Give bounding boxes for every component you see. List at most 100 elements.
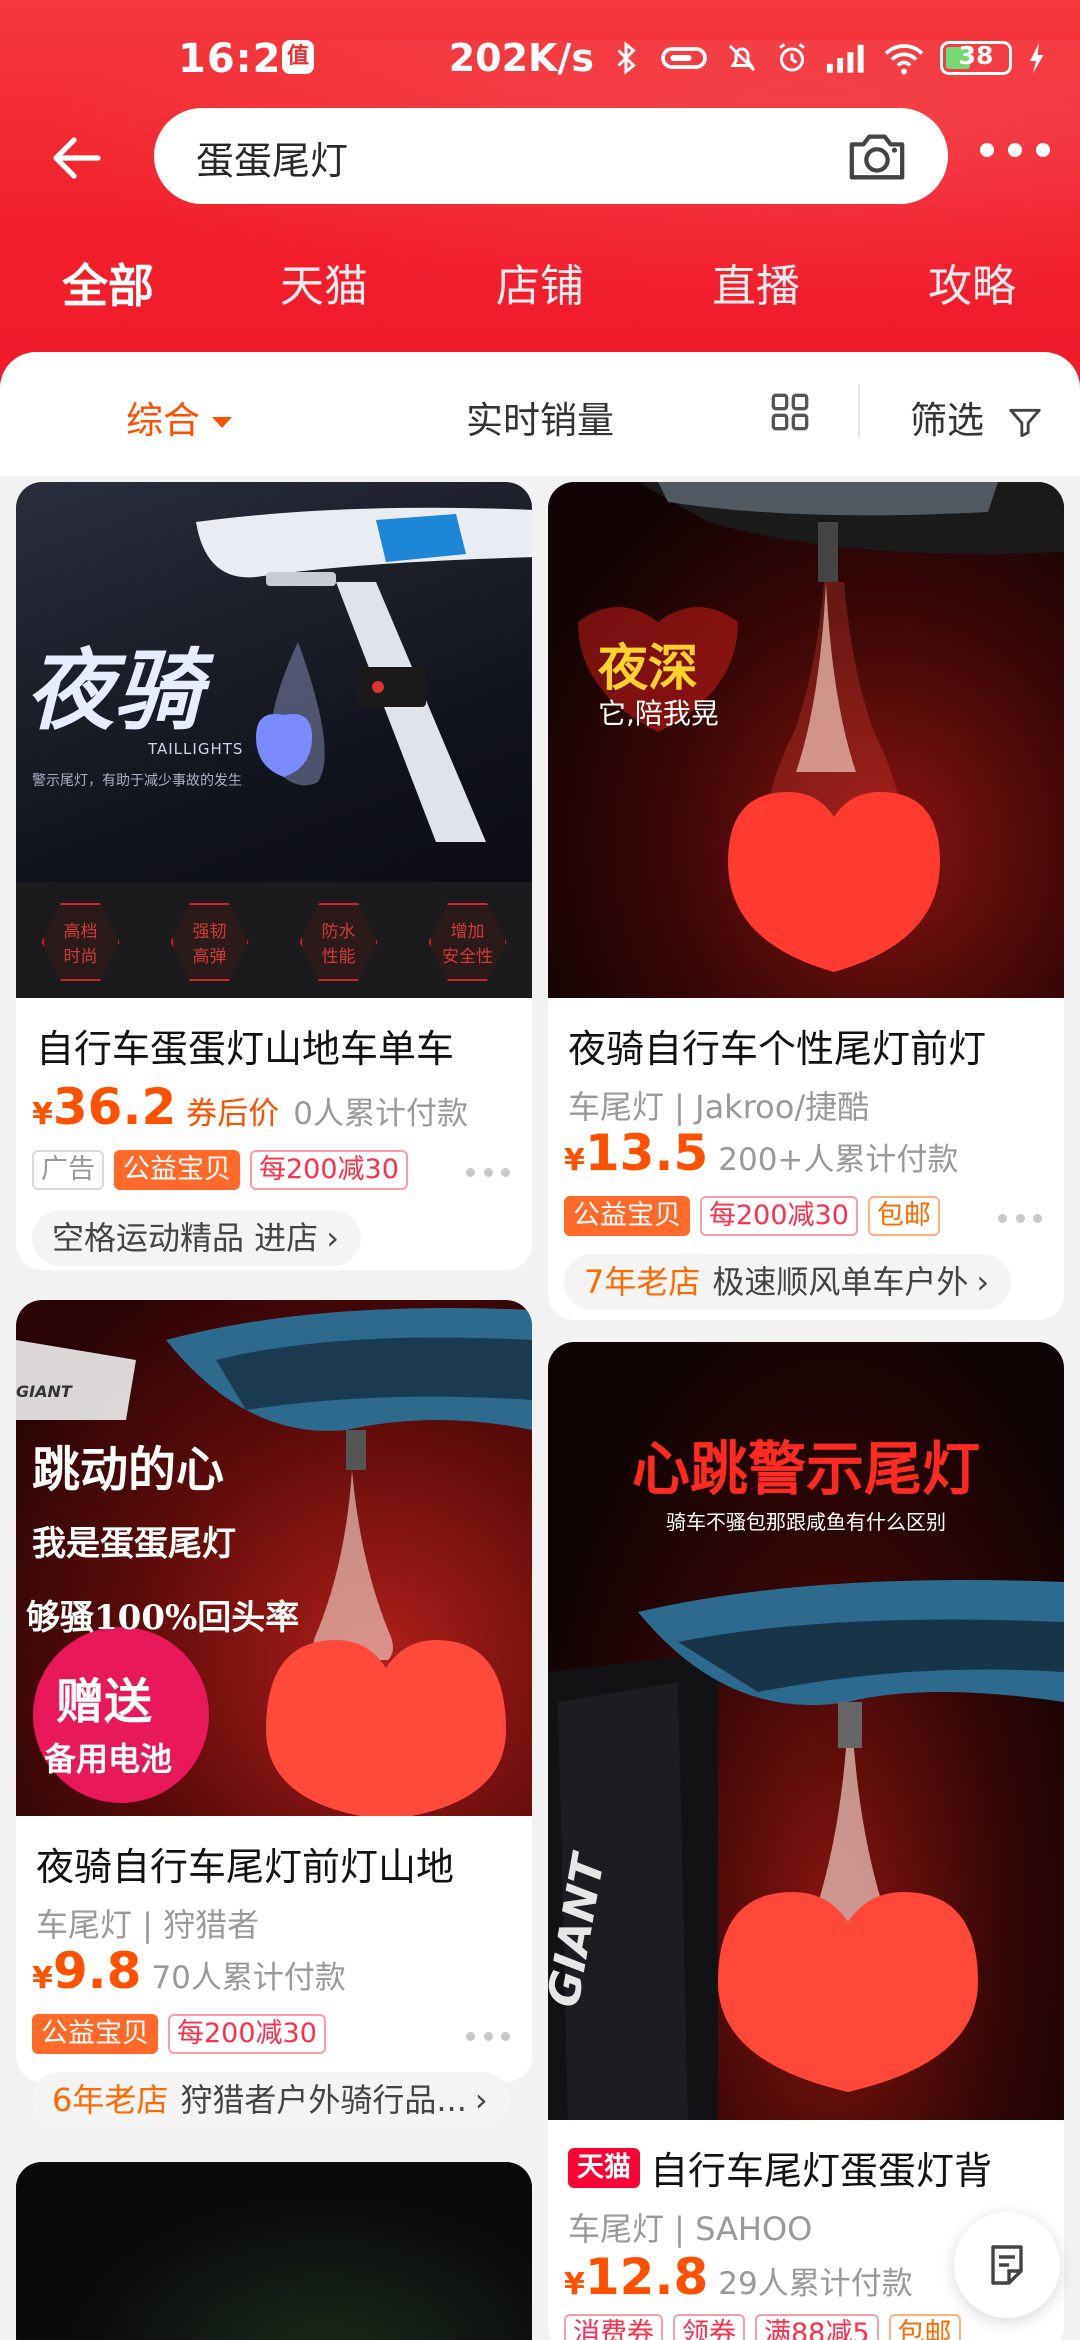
shop-age: 7年老店 xyxy=(584,1263,701,1301)
charity-tag: 公益宝贝 xyxy=(564,1196,690,1236)
shop-name: 极速顺风单车户外 xyxy=(712,1263,969,1301)
price: 13.5 xyxy=(584,1124,709,1182)
price: 9.8 xyxy=(52,1942,142,2000)
sales-count: 0人累计付款 xyxy=(293,1096,468,1132)
product-image[interactable]: 夜深 它,陪我晃 xyxy=(548,482,1064,998)
more-options-icon[interactable] xyxy=(980,138,1050,162)
charging-icon xyxy=(1030,43,1044,73)
image-badge1: 赠送 xyxy=(56,1674,153,1730)
feature-badge: 防水 性能 xyxy=(299,903,378,981)
shop-name: 空格运动精品 进店 xyxy=(52,1219,319,1257)
search-query: 蛋蛋尾灯 xyxy=(196,139,349,183)
product-subtitle: 车尾灯 | Jakroo/捷酷 xyxy=(568,1088,870,1126)
product-card[interactable]: 夜骑 TAILLIGHTS 警示尾灯，有助于减少事故的发生 高档 时尚 强韧 高… xyxy=(16,482,532,1270)
product-title[interactable]: 自行车蛋蛋灯山地车单车 xyxy=(36,1018,520,1073)
chevron-right-icon: › xyxy=(474,2081,488,2119)
sales-count: 70人累计付款 xyxy=(151,1960,346,1996)
chevron-right-icon: › xyxy=(976,1263,990,1301)
notification-badge: 值 xyxy=(282,40,314,74)
image-badge2: 备用电池 xyxy=(44,1740,173,1778)
product-image[interactable] xyxy=(16,2162,532,2340)
grid-view-icon[interactable] xyxy=(770,392,810,432)
alarm-icon xyxy=(779,43,805,72)
tag-row: 公益宝贝 每200减30 xyxy=(32,2014,326,2054)
price-row: ¥ 36.2 券后价 0人累计付款 xyxy=(32,1078,468,1136)
battery-icon: 38 xyxy=(940,41,1012,75)
signal-icon xyxy=(826,44,864,73)
product-card[interactable] xyxy=(16,2162,532,2340)
product-title: 自行车尾灯蛋蛋灯背 xyxy=(650,2149,993,2193)
image-headline: 夜骑 xyxy=(26,638,203,742)
sort-divider xyxy=(858,384,860,438)
bluetooth-icon xyxy=(617,41,636,75)
sales-count: 29人累计付款 xyxy=(718,2266,913,2302)
product-image[interactable]: 心跳警示尾灯 骑车不骚包那跟咸鱼有什么区别 GIANT xyxy=(548,1342,1064,2120)
shop-link[interactable]: 7年老店 极速顺风单车户外 › xyxy=(564,1254,1012,1310)
tab-guides[interactable]: 攻略 xyxy=(892,250,1052,314)
product-title[interactable]: 夜骑自行车个性尾灯前灯 xyxy=(568,1018,1052,1073)
shop-link[interactable]: 6年老店 狩猎者户外骑行品... › xyxy=(32,2072,510,2128)
tab-all[interactable]: 全部 xyxy=(28,250,188,316)
product-image[interactable]: 跳动的心 我是蛋蛋尾灯 够骚100%回头率 赠送 备用电池 GIANT xyxy=(16,1300,532,1816)
status-bar: 16:22 值 202K/s 38 xyxy=(0,0,1080,116)
sort-realtime-sales[interactable]: 实时销量 xyxy=(466,390,614,444)
tab-live[interactable]: 直播 xyxy=(676,250,836,314)
more-icon[interactable] xyxy=(466,1168,510,1178)
battery-level: 38 xyxy=(958,41,994,70)
filter-label: 筛选 xyxy=(910,399,984,442)
tag-row: 广告 公益宝贝 每200减30 xyxy=(32,1150,408,1190)
free-shipping-tag: 包邮 xyxy=(888,2314,961,2340)
product-image[interactable]: 夜骑 TAILLIGHTS 警示尾灯，有助于减少事故的发生 高档 时尚 强韧 高… xyxy=(16,482,532,998)
product-title-row[interactable]: 天猫 自行车尾灯蛋蛋灯背 xyxy=(568,2140,1052,2195)
sort-comprehensive[interactable]: 综合 xyxy=(126,390,232,444)
feature-badge: 增加 安全性 xyxy=(428,903,507,981)
product-title[interactable]: 夜骑自行车尾灯前灯山地 xyxy=(36,1836,520,1891)
product-card[interactable]: 夜深 它,陪我晃 夜骑自行车个性尾灯前灯 车尾灯 | Jakroo/捷酷 ¥ 1… xyxy=(548,482,1064,1320)
feature-badge: 强韧 高弹 xyxy=(170,903,249,981)
image-line1: 跳动的心 xyxy=(32,1442,225,1498)
tag-row: 公益宝贝 每200减30 包邮 xyxy=(564,1196,940,1236)
product-feed: 夜骑 TAILLIGHTS 警示尾灯，有助于减少事故的发生 高档 时尚 强韧 高… xyxy=(0,476,1080,2340)
product-card[interactable]: 跳动的心 我是蛋蛋尾灯 够骚100%回头率 赠送 备用电池 GIANT 夜骑自行… xyxy=(16,1300,532,2082)
price-row: ¥ 12.8 29人累计付款 xyxy=(564,2248,913,2306)
price-note: 券后价 xyxy=(186,1096,280,1132)
price-row: ¥ 9.8 70人累计付款 xyxy=(32,1942,346,2000)
tab-tmall[interactable]: 天猫 xyxy=(244,250,404,314)
claim-coupon-tag: 领券 xyxy=(673,2314,745,2340)
product-card[interactable]: 心跳警示尾灯 骑车不骚包那跟咸鱼有什么区别 GIANT 天猫 自行车尾灯蛋蛋灯背… xyxy=(548,1342,1064,2340)
ad-tag: 广告 xyxy=(32,1150,104,1190)
chevron-right-icon: › xyxy=(326,1219,339,1257)
more-icon[interactable] xyxy=(998,1214,1042,1224)
image-headline: 夜深 xyxy=(598,639,698,697)
camera-icon[interactable] xyxy=(846,126,908,186)
filter-button[interactable]: 筛选 xyxy=(910,390,1044,444)
back-arrow-icon[interactable] xyxy=(46,128,106,188)
edit-note-icon xyxy=(991,2245,1023,2285)
currency-symbol: ¥ xyxy=(564,2267,585,2302)
image-sub: 它,陪我晃 xyxy=(598,697,719,730)
price: 36.2 xyxy=(52,1078,177,1136)
tab-bar: 全部 天猫 店铺 直播 攻略 xyxy=(0,250,1080,330)
currency-symbol: ¥ xyxy=(32,1961,53,1996)
feedback-button[interactable] xyxy=(954,2212,1060,2318)
feature-badge: 高档 时尚 xyxy=(41,903,120,981)
discount-tag: 每200减30 xyxy=(168,2014,326,2054)
wifi-icon xyxy=(884,44,924,75)
consumer-coupon-tag: 消费券 xyxy=(564,2314,663,2340)
image-brand: GIANT xyxy=(16,1382,72,1401)
more-icon[interactable] xyxy=(466,2032,510,2042)
image-headline: 心跳警示尾灯 xyxy=(631,1435,980,1503)
currency-symbol: ¥ xyxy=(32,1097,53,1132)
image-line3: 够骚100%回头率 xyxy=(26,1598,300,1638)
tab-shops[interactable]: 店铺 xyxy=(460,250,620,314)
mute-icon xyxy=(728,44,756,72)
tmall-badge: 天猫 xyxy=(568,2147,640,2188)
caret-down-icon xyxy=(212,417,232,428)
search-input[interactable]: 蛋蛋尾灯 xyxy=(154,108,948,204)
status-icons: 202K/s 38 xyxy=(449,36,1046,80)
discount-tag: 每200减30 xyxy=(700,1196,858,1236)
feature-badges: 高档 时尚 强韧 高弹 防水 性能 增加 安全性 xyxy=(16,894,532,990)
network-speed: 202K/s xyxy=(448,36,594,80)
shop-link[interactable]: 空格运动精品 进店 › xyxy=(32,1210,361,1266)
product-subtitle: 车尾灯 | 狩猎者 xyxy=(36,1906,260,1944)
